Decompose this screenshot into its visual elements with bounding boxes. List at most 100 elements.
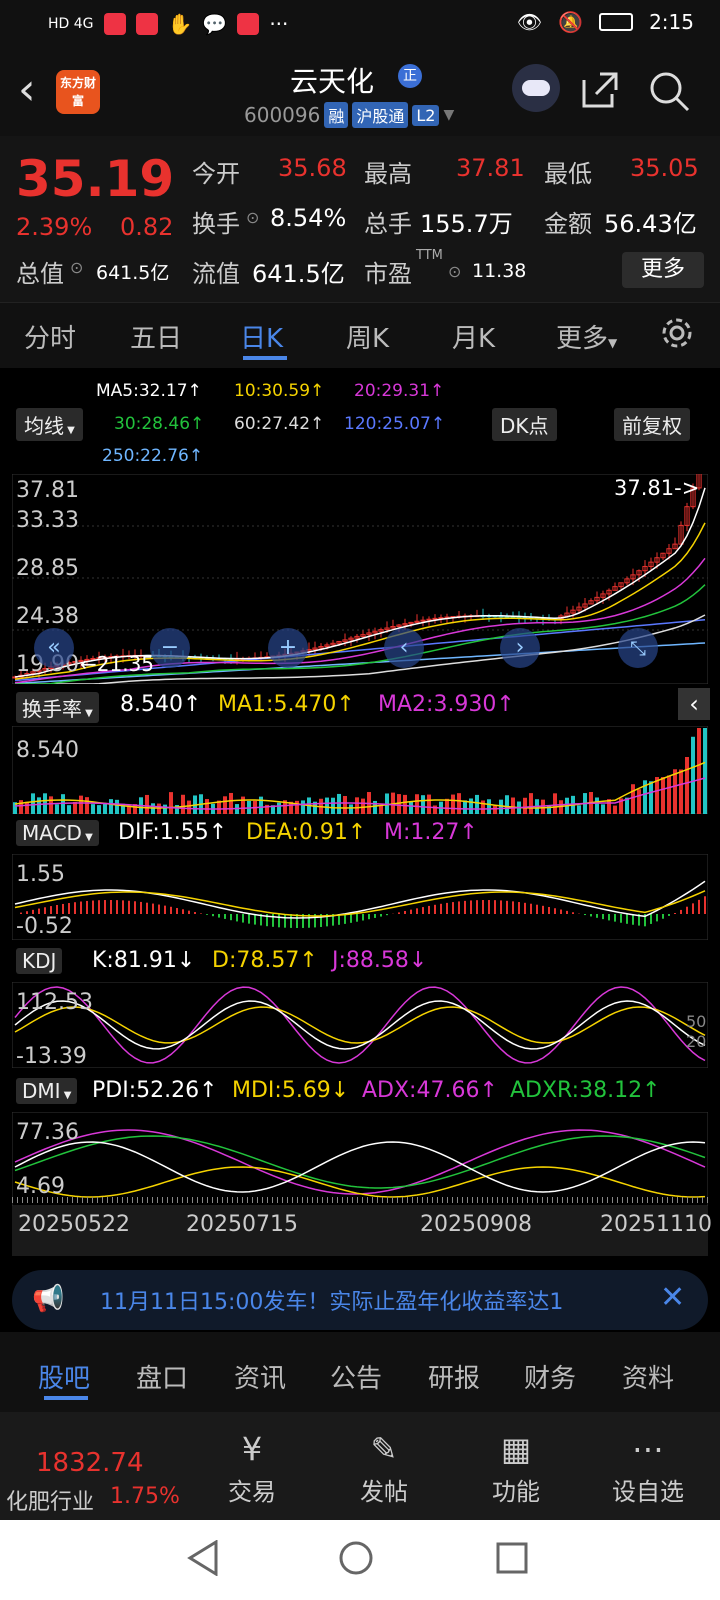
trade-button[interactable]: ¥ 交易: [202, 1430, 302, 1507]
macd-select[interactable]: MACD ▼: [16, 820, 99, 846]
l2-tag: L2: [412, 104, 440, 126]
info-icon[interactable]: ⊙: [448, 262, 461, 281]
macd-bar: [650, 914, 652, 924]
forward-adjust-button[interactable]: 前复权: [614, 408, 690, 441]
post-label: 发帖: [360, 1478, 408, 1506]
turnover-bar: [157, 803, 161, 814]
turnover-bar: [355, 797, 359, 814]
dmi-select[interactable]: DMI ▼: [16, 1078, 78, 1104]
macd-bar: [698, 899, 700, 914]
tab-orderbook[interactable]: 盘口: [136, 1358, 188, 1395]
caret-down-icon: ▼: [81, 832, 93, 843]
y-label-3: 28.85: [16, 556, 79, 581]
tab-forum[interactable]: 股吧: [38, 1358, 90, 1395]
industry-name[interactable]: 化肥行业: [6, 1484, 94, 1516]
hand-icon: ✋: [167, 12, 193, 36]
macd-bar: [80, 901, 82, 914]
macd-bar: [374, 914, 376, 918]
tab-weekly-k[interactable]: 周K: [346, 318, 389, 355]
more-quote-button[interactable]: 更多: [622, 252, 704, 288]
notice-banner[interactable]: 📢 11月11日15:00发车！实际止盈年化收益率达1 ✕: [12, 1270, 708, 1330]
kdj-ref-20: 20: [686, 1032, 707, 1051]
tab-more[interactable]: 更多▼: [556, 318, 617, 355]
next-icon[interactable]: ›: [500, 628, 540, 668]
nav-recents-icon[interactable]: [496, 1542, 528, 1578]
macd-bar: [92, 900, 94, 914]
yen-icon: ¥: [241, 1430, 263, 1468]
kdj-j: J:88.58↓: [332, 948, 428, 973]
macd-bar: [656, 914, 658, 922]
high-label: 最高: [364, 160, 412, 188]
nav-home-icon[interactable]: [338, 1540, 374, 1580]
fullscreen-icon[interactable]: ⤡: [618, 628, 658, 668]
kdj-name: KDJ: [22, 949, 57, 973]
tab-5day[interactable]: 五日: [130, 318, 182, 355]
zoom-in-icon[interactable]: +: [268, 628, 308, 668]
prev-icon[interactable]: ‹: [384, 628, 424, 668]
turnover-bar: [493, 805, 497, 814]
tab-profile[interactable]: 资料: [622, 1358, 674, 1395]
turnover-bar: [79, 795, 83, 814]
settings-gear-icon[interactable]: [660, 316, 694, 354]
tab-finance[interactable]: 财务: [524, 1358, 576, 1395]
dmi-svg: [12, 1112, 708, 1206]
stock-code: 600096: [244, 103, 321, 127]
dk-point-button[interactable]: DK点: [492, 408, 557, 441]
tab-monthly-k[interactable]: 月K: [452, 318, 495, 355]
turnover-bar: [277, 802, 281, 814]
app-logo[interactable]: 东方财富: [56, 70, 100, 114]
share-icon[interactable]: [580, 70, 620, 116]
turnover-bar: [295, 800, 299, 814]
nav-back-icon[interactable]: [186, 1539, 220, 1580]
turnover-bar: [145, 794, 149, 814]
tab-timeshare[interactable]: 分时: [24, 318, 76, 355]
macd-bar: [608, 914, 610, 921]
turnover-bar: [163, 804, 167, 814]
macd-bar: [104, 900, 106, 914]
zoom-out-icon[interactable]: −: [150, 628, 190, 668]
macd-bar: [272, 914, 274, 927]
macd-bar: [602, 914, 604, 920]
function-label: 功能: [492, 1478, 540, 1506]
turnover-ind-select[interactable]: 换手率 ▼: [16, 692, 99, 723]
zoom-left-icon[interactable]: «: [34, 628, 74, 668]
mktcap-value: 641.5亿: [96, 262, 170, 284]
candle-body: [432, 617, 438, 620]
collapse-arrow-icon[interactable]: ‹: [678, 688, 710, 720]
macd-bar: [674, 912, 676, 914]
tab-daily-k[interactable]: 日K: [240, 318, 283, 355]
tab-news[interactable]: 资讯: [234, 1358, 286, 1395]
caret-down-icon: ▼: [64, 425, 75, 436]
kdj-select[interactable]: KDJ: [16, 948, 63, 974]
volume-label: 总手: [364, 210, 412, 238]
turnover-bar: [343, 796, 347, 814]
macd-bar: [362, 914, 364, 921]
back-icon[interactable]: ‹: [18, 68, 36, 112]
search-icon[interactable]: [648, 70, 690, 118]
turnover-bar: [379, 805, 383, 814]
watchlist-button[interactable]: ⋯ 设自选: [598, 1430, 698, 1507]
amount-label: 金额: [544, 210, 592, 238]
dmi-mdi: MDI:5.69↓: [232, 1078, 350, 1103]
kdj-d: D:78.57↑: [212, 948, 318, 973]
kdj-ref-50: 50: [686, 1012, 707, 1031]
macd-bar: [692, 903, 694, 914]
ma-mode-button[interactable]: 均线 ▼: [16, 408, 83, 441]
post-button[interactable]: ✎ 发帖: [334, 1430, 434, 1507]
dmi-adxr: ADXR:38.12↑: [510, 1078, 661, 1103]
info-icon[interactable]: ⊙: [70, 258, 83, 277]
info-icon[interactable]: ⊙: [246, 208, 259, 227]
function-button[interactable]: ▦ 功能: [466, 1430, 566, 1507]
macd-bar: [134, 901, 136, 914]
macd-axis-top: 1.55: [16, 862, 65, 887]
notice-text[interactable]: 11月11日15:00发车！实际止盈年化收益率达1: [100, 1284, 563, 1316]
stock-code-row[interactable]: 600096 融 沪股通 L2 ▼: [244, 102, 454, 128]
turnover-label: 换手: [192, 210, 240, 238]
tab-research[interactable]: 研报: [428, 1358, 480, 1395]
open-label: 今开: [192, 160, 240, 188]
ai-assistant-icon[interactable]: [512, 64, 560, 112]
industry-index-value[interactable]: 1832.74: [36, 1448, 144, 1478]
tab-announcements[interactable]: 公告: [330, 1358, 382, 1395]
turnover-bar: [229, 792, 233, 814]
close-icon[interactable]: ✕: [660, 1280, 685, 1315]
